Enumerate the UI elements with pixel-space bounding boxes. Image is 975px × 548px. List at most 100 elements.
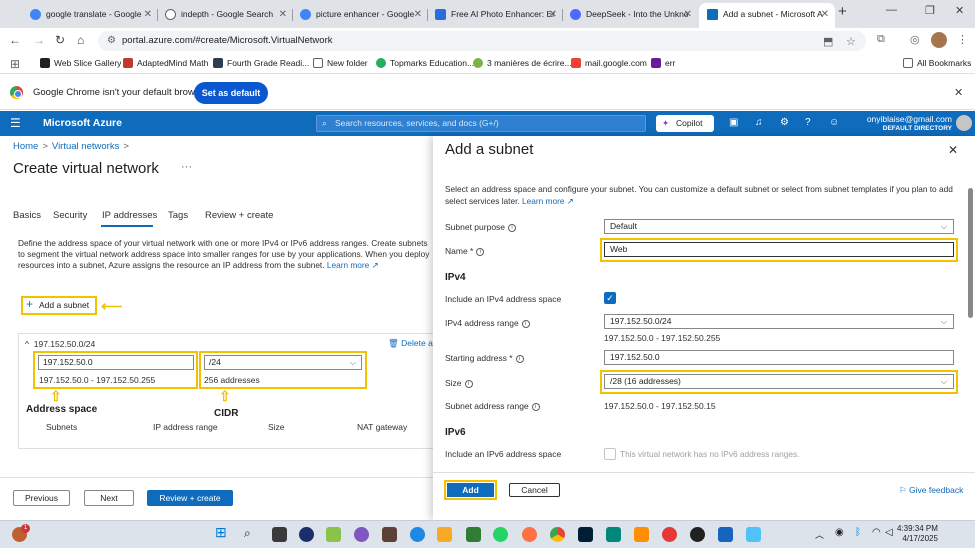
tab-basics[interactable]: Basics: [13, 210, 41, 221]
help-icon[interactable]: ?: [805, 117, 811, 128]
clock[interactable]: 4:39:34 PM 4/17/2025: [897, 524, 938, 544]
bookmark-item[interactable]: Fourth Grade Readi...: [213, 57, 309, 69]
edge-icon[interactable]: [410, 527, 425, 542]
tray-chevron-icon[interactable]: ︿: [815, 528, 824, 541]
browser-tab-active[interactable]: Add a subnet - Microsoft A ✕: [699, 3, 835, 28]
word-icon[interactable]: [718, 527, 733, 542]
scrollbar-thumb[interactable]: [968, 188, 973, 318]
user-avatar[interactable]: [956, 115, 972, 131]
breadcrumb-virtual-networks[interactable]: Virtual networks: [52, 141, 119, 152]
collapse-chevron-icon[interactable]: ^: [25, 339, 29, 349]
cancel-button[interactable]: Cancel: [509, 483, 560, 497]
close-tab-icon[interactable]: ✕: [279, 3, 287, 26]
home-icon[interactable]: ⌂: [77, 33, 84, 47]
include-ipv6-checkbox[interactable]: [604, 448, 616, 460]
close-tab-icon[interactable]: ✕: [549, 3, 557, 26]
cloud-shell-icon[interactable]: ▣: [729, 117, 738, 128]
tab-review-create[interactable]: Review + create: [205, 210, 273, 221]
browser-tab[interactable]: Free AI Photo Enhancer: Er ✕: [427, 3, 563, 28]
vlc-icon[interactable]: [634, 527, 649, 542]
bookmark-item[interactable]: 3 manières de écrire...: [473, 57, 572, 69]
reload-icon[interactable]: ↻: [55, 33, 65, 47]
apps-grid-icon[interactable]: ⊞: [10, 57, 20, 71]
delete-address-space-link[interactable]: 🗑 Delete ac: [388, 338, 437, 349]
size-select[interactable]: /28 (16 addresses) ⌵: [604, 374, 954, 389]
restore-icon[interactable]: ❐: [925, 4, 935, 17]
app-icon[interactable]: [466, 527, 481, 542]
app-icon[interactable]: [746, 527, 761, 542]
tray-app-icon[interactable]: ◉: [835, 527, 844, 538]
previous-button[interactable]: Previous: [13, 490, 70, 506]
include-ipv4-checkbox[interactable]: ✓: [604, 292, 616, 304]
photoshop-icon[interactable]: [578, 527, 593, 542]
install-app-icon[interactable]: ⬒: [823, 32, 833, 52]
panel-scrollbar[interactable]: [968, 180, 973, 468]
app-icon[interactable]: [299, 527, 314, 542]
address-space-input[interactable]: 197.152.50.0: [38, 355, 194, 370]
windows-start-icon[interactable]: ⊞: [215, 524, 227, 541]
volume-icon[interactable]: ◁: [885, 527, 893, 538]
close-tab-icon[interactable]: ✕: [684, 3, 692, 26]
give-feedback-link[interactable]: ⚐ Give feedback: [899, 485, 963, 496]
close-tab-icon[interactable]: ✕: [414, 3, 422, 26]
close-icon[interactable]: ✕: [948, 143, 958, 157]
learn-more-link[interactable]: Learn more ↗: [522, 196, 574, 206]
review-create-button[interactable]: Review + create: [147, 490, 233, 506]
profile-avatar[interactable]: [931, 32, 947, 48]
info-icon[interactable]: i: [521, 319, 530, 328]
window-close-icon[interactable]: ✕: [955, 4, 964, 17]
account-info[interactable]: onyiblaise@gmail.com DEFAULT DIRECTORY: [820, 114, 952, 134]
browser-tab[interactable]: DeepSeek - Into the Unkno ✕: [562, 3, 698, 28]
bookmark-item[interactable]: mail.google.com: [571, 57, 647, 69]
info-icon[interactable]: i: [515, 354, 524, 363]
portal-menu-icon[interactable]: ☰: [10, 116, 21, 130]
app-icon[interactable]: [522, 527, 537, 542]
more-options-icon[interactable]: ···: [181, 161, 192, 173]
tab-tags[interactable]: Tags: [168, 210, 188, 221]
app-icon[interactable]: [606, 527, 621, 542]
app-icon[interactable]: [382, 527, 397, 542]
tab-security[interactable]: Security: [53, 210, 87, 221]
starting-address-input[interactable]: 197.152.50.0: [604, 350, 954, 365]
whatsapp-icon[interactable]: [493, 527, 508, 542]
bookmark-star-icon[interactable]: ☆: [846, 32, 856, 52]
close-tab-icon[interactable]: ✕: [821, 3, 829, 26]
bookmark-item[interactable]: AdaptedMind Math: [123, 57, 208, 69]
forward-icon[interactable]: →: [33, 33, 45, 47]
bookmark-item[interactable]: Topmarks Education...: [376, 57, 474, 69]
address-bar[interactable]: ⚙ portal.azure.com/#create/Microsoft.Vir…: [98, 31, 866, 51]
all-bookmarks[interactable]: All Bookmarks: [903, 57, 971, 69]
subnet-purpose-select[interactable]: Default ⌵: [604, 219, 954, 234]
azure-brand[interactable]: Microsoft Azure: [43, 117, 122, 129]
app-icon[interactable]: [326, 527, 341, 542]
bluetooth-icon[interactable]: ᛒ: [855, 527, 861, 538]
breadcrumb-home[interactable]: Home: [13, 141, 38, 152]
info-icon[interactable]: i: [531, 402, 540, 411]
app-icon[interactable]: [354, 527, 369, 542]
bookmark-item[interactable]: err: [651, 57, 675, 69]
next-button[interactable]: Next: [84, 490, 134, 506]
info-icon[interactable]: i: [464, 379, 473, 388]
app-icon[interactable]: [662, 527, 677, 542]
browser-tab[interactable]: picture enhancer - Google ✕: [292, 3, 428, 28]
ipv4-range-select[interactable]: 197.152.50.0/24 ⌵: [604, 314, 954, 329]
minimize-icon[interactable]: —: [886, 4, 897, 16]
sync-icon[interactable]: ◎: [910, 33, 920, 46]
cidr-select[interactable]: /24 ⌵: [204, 355, 362, 370]
tab-ip-addresses[interactable]: IP addresses: [102, 210, 157, 221]
bookmark-folder[interactable]: New folder: [313, 57, 368, 69]
site-info-icon[interactable]: ⚙: [107, 31, 116, 51]
bookmark-item[interactable]: Web Slice Gallery: [40, 57, 121, 69]
add-subnet-button[interactable]: + Add a subnet: [21, 296, 97, 315]
address-space-header[interactable]: ^ 197.152.50.0/24: [25, 339, 95, 349]
copilot-button[interactable]: ✦ Copilot: [656, 115, 714, 132]
chrome-icon[interactable]: [550, 527, 565, 542]
menu-kebab-icon[interactable]: ⋮: [957, 33, 968, 46]
extensions-icon[interactable]: ⧉: [877, 33, 885, 46]
close-icon[interactable]: ✕: [954, 86, 963, 99]
browser-tab[interactable]: google translate - Google ✕: [22, 3, 158, 28]
file-explorer-icon[interactable]: [437, 527, 452, 542]
set-default-button[interactable]: Set as default: [194, 82, 268, 104]
notifications-icon[interactable]: ♫: [755, 117, 763, 128]
task-view-icon[interactable]: [272, 527, 287, 542]
